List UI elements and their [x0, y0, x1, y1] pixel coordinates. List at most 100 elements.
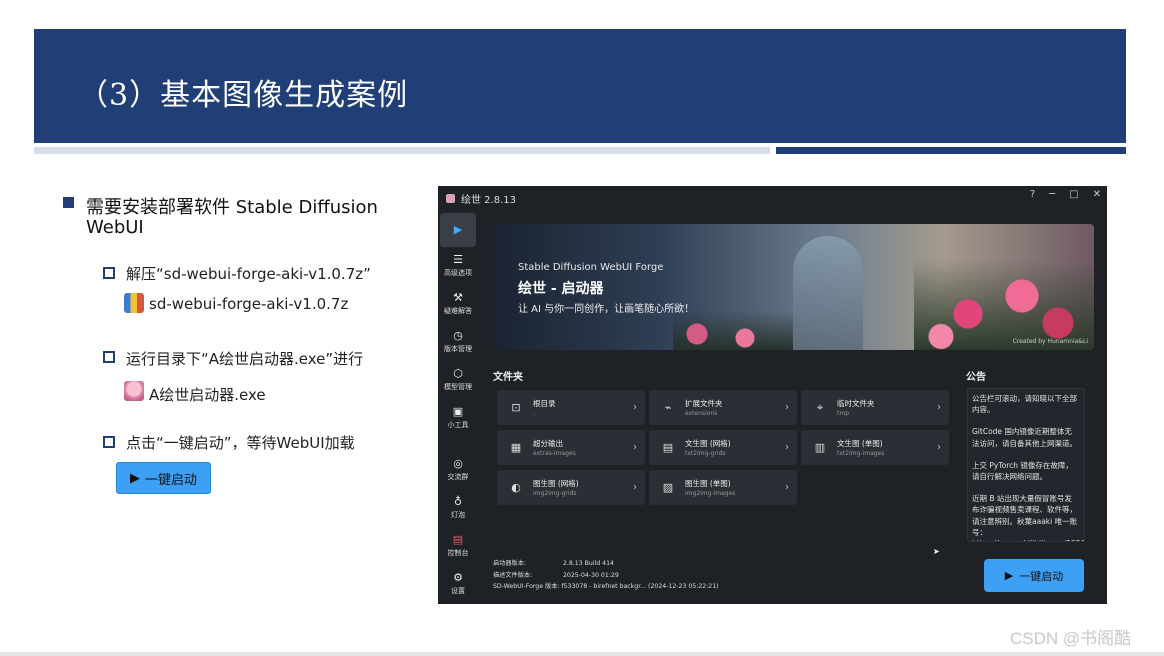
folders-heading: 文件夹	[493, 372, 523, 383]
folder-path: txt2img-grids	[685, 450, 726, 457]
step-click-label: 点击“一键启动”，等待WebUI加载	[126, 434, 355, 452]
image-icon: ▨	[662, 481, 674, 494]
sidebar-item-versions[interactable]: ◷ 版本管理	[440, 325, 476, 359]
folder-txt2img-grids[interactable]: ▤ 文生图 (网格) txt2img-grids ›	[649, 430, 797, 465]
folder-name: 超分输出	[533, 439, 563, 448]
folder-path: img2img-grids	[533, 490, 577, 497]
chevron-right-icon: ›	[785, 482, 789, 493]
version-row: SD-WebUI-Forge 版本: f533078 - birefnet ba…	[493, 581, 719, 590]
grid-icon: ▦	[510, 441, 522, 454]
version-row: 启动器版本: 2.8.13 Build 414	[493, 558, 614, 567]
bulb-icon: ♁	[453, 495, 463, 508]
notice-paragraph: 近期 B 站出现大量假冒账号发布诈骗视频售卖课程、软件等，请注意辨别。秋葉aaa…	[972, 494, 1084, 541]
folder-extras-images[interactable]: ▦ 超分输出 extras-images ›	[497, 430, 645, 465]
folder-path: extras-images	[533, 450, 576, 457]
folder-name: 图生图 (网格)	[533, 479, 579, 488]
history-icon: ◷	[453, 329, 463, 342]
maximize-button[interactable]: □	[1069, 189, 1078, 200]
folder-path: txt2img-images	[837, 450, 885, 457]
title-bar: 绘世 2.8.13 ? ─ □ ✕	[438, 186, 1107, 210]
bullet-square-icon	[63, 197, 74, 208]
slide-launch-label: 一键启动	[144, 471, 197, 487]
archive-icon	[124, 293, 144, 313]
banner-artwork	[673, 310, 793, 350]
watermark: CSDN @书阁酷	[1010, 629, 1132, 648]
bullet-text-cont: WebUI	[86, 217, 144, 238]
version-key: SD-WebUI-Forge 版本:	[493, 583, 560, 590]
launch-button[interactable]: ▶ 一键启动	[984, 559, 1084, 592]
slide: （3）基本图像生成案例 需要安装部署软件 Stable Diffusion We…	[0, 0, 1164, 656]
sidebar-item-troubleshoot[interactable]: ⚒ 疑难解答	[440, 287, 476, 321]
banner-subtitle: Stable Diffusion WebUI Forge	[518, 262, 664, 273]
folder-name: 根目录	[533, 399, 556, 408]
version-key: 描述文件版本:	[493, 572, 533, 579]
mouse-cursor-icon: ➤	[933, 547, 940, 556]
folder-path: extensions	[685, 410, 718, 417]
notice-panel[interactable]: 公告栏可滚动，请知晓以下全部内容。 GitCode 国内镜像近期整体无法访问，请…	[967, 388, 1085, 542]
sidebar-label: 控制台	[447, 549, 469, 557]
chevron-right-icon: ›	[633, 402, 637, 413]
footer-divider	[0, 652, 1164, 656]
folder-name: 文生图 (单图)	[837, 439, 883, 448]
folder-name: 扩展文件夹	[685, 399, 723, 408]
notice-paragraph: GitCode 国内镜像近期整体无法访问，请自备其他上网渠道。	[972, 427, 1077, 448]
launcher-exe-icon	[124, 381, 144, 401]
play-icon: ▶	[1004, 569, 1014, 582]
sidebar-label: 版本管理	[444, 345, 472, 353]
sidebar-item-models[interactable]: ⬡ 模型管理	[440, 363, 476, 397]
step-run-label: 运行目录下“A绘世启动器.exe”进行	[126, 350, 364, 368]
close-button[interactable]: ✕	[1093, 189, 1101, 200]
folder-icon: ⊡	[511, 401, 521, 414]
minimize-button[interactable]: ─	[1049, 189, 1055, 200]
sidebar: ▶ ☰ 高级选项 ⚒ 疑难解答 ◷ 版本管理 ⬡ 模型管理 ▣ 小工具 ◎ 交流…	[438, 210, 478, 604]
folder-root[interactable]: ⊡ 根目录. ›	[497, 390, 645, 425]
version-value: 2.8.13 Build 414	[563, 560, 614, 567]
folder-img2img-images[interactable]: ▨ 图生图 (单图) img2img-images ›	[649, 470, 797, 505]
broom-icon: ⌖	[816, 400, 824, 414]
folder-name: 图生图 (单图)	[685, 479, 731, 488]
cube-icon: ⬡	[453, 367, 463, 380]
sidebar-item-tools[interactable]: ▣ 小工具	[440, 401, 476, 435]
chevron-right-icon: ›	[633, 482, 637, 493]
sidebar-item-bulb[interactable]: ♁ 灯泡	[440, 491, 476, 525]
sidebar-item-advanced[interactable]: ☰ 高级选项	[440, 249, 476, 283]
sidebar-item-console[interactable]: ▤ 控制台	[440, 529, 476, 563]
sidebar-label: 高级选项	[444, 269, 472, 277]
sidebar-item-launch[interactable]: ▶	[440, 213, 476, 247]
sub-bullet-icon	[103, 436, 115, 448]
launcher-window: 绘世 2.8.13 ? ─ □ ✕ ▶ ☰ 高级选项 ⚒ 疑难解答 ◷ 版本管理…	[438, 186, 1107, 604]
console-icon: ▤	[452, 533, 464, 546]
sidebar-item-settings[interactable]: ⚙ 设置	[440, 567, 476, 601]
folder-tmp[interactable]: ⌖ 临时文件夹 tmp ›	[801, 390, 949, 425]
tools-icon: ⚒	[453, 291, 463, 304]
folder-extensions[interactable]: ⌁ 扩展文件夹 extensions ›	[649, 390, 797, 425]
play-icon: ▶	[129, 470, 140, 485]
chat-icon: ◎	[453, 457, 463, 470]
chevron-right-icon: ›	[785, 402, 789, 413]
banner-title: 绘世 - 启动器	[518, 281, 604, 297]
launcher-filename: A绘世启动器.exe	[149, 386, 266, 404]
doc-icon: ▥	[814, 441, 826, 454]
slide-launch-button[interactable]: ▶ 一键启动	[116, 462, 211, 494]
chevron-right-icon: ›	[937, 402, 941, 413]
sidebar-label: 灯泡	[451, 511, 465, 519]
window-title: 绘世 2.8.13	[461, 194, 516, 206]
version-key: 启动器版本:	[493, 560, 527, 567]
banner-credit: Created by Hunamnia&Li	[1012, 338, 1088, 345]
folder-img2img-grids[interactable]: ◐ 图生图 (网格) img2img-grids ›	[497, 470, 645, 505]
archive-filename: sd-webui-forge-aki-v1.0.7z	[149, 295, 349, 313]
chevron-right-icon: ›	[937, 442, 941, 453]
folder-path: tmp	[837, 410, 850, 417]
gear-icon: ⚙	[453, 571, 463, 584]
hero-banner: Stable Diffusion WebUI Forge 绘世 - 启动器 让 …	[493, 224, 1094, 350]
chevron-right-icon: ›	[633, 442, 637, 453]
folder-txt2img-images[interactable]: ▥ 文生图 (单图) txt2img-images ›	[801, 430, 949, 465]
folder-name: 临时文件夹	[837, 399, 875, 408]
app-logo-icon	[446, 193, 455, 203]
help-button[interactable]: ?	[1030, 189, 1035, 200]
sidebar-item-community[interactable]: ◎ 交流群	[440, 453, 476, 487]
notice-paragraph: 公告栏可滚动，请知晓以下全部内容。	[972, 394, 1077, 415]
version-row: 描述文件版本: 2025-04-30 01:29	[493, 570, 619, 579]
chevron-right-icon: ›	[785, 442, 789, 453]
divider-dark	[776, 147, 1126, 154]
